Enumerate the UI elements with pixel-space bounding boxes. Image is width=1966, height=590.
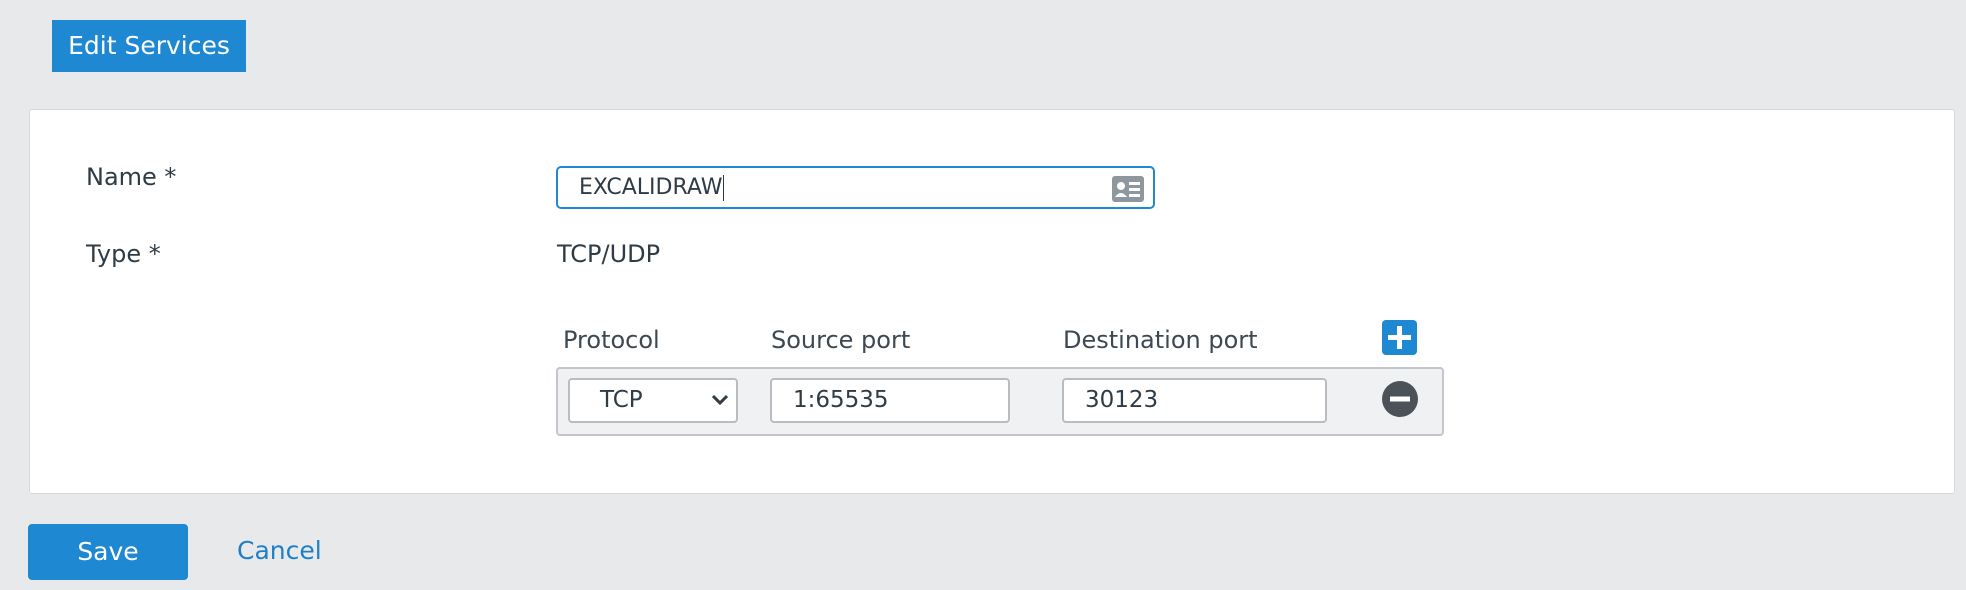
name-input-value: EXCALIDRAW <box>579 168 724 208</box>
page-title: Edit Services <box>52 20 246 72</box>
name-label: Name * <box>86 163 177 191</box>
contact-card-icon[interactable] <box>1112 176 1144 202</box>
destination-port-value: 30123 <box>1085 387 1159 413</box>
cancel-link[interactable]: Cancel <box>237 536 322 565</box>
protocol-select[interactable]: TCP <box>568 378 738 423</box>
source-port-value: 1:65535 <box>793 387 889 413</box>
plus-icon <box>1388 326 1411 349</box>
type-value: TCP/UDP <box>557 240 661 268</box>
add-row-button[interactable] <box>1382 320 1417 355</box>
save-button[interactable]: Save <box>28 524 188 580</box>
protocol-select-value: TCP <box>600 387 643 413</box>
chevron-down-icon <box>711 394 729 406</box>
destination-port-input[interactable]: 30123 <box>1062 378 1327 423</box>
remove-row-button[interactable] <box>1381 380 1419 418</box>
column-header-destination-port: Destination port <box>1063 326 1258 354</box>
column-header-source-port: Source port <box>771 326 911 354</box>
source-port-input[interactable]: 1:65535 <box>770 378 1010 423</box>
column-header-protocol: Protocol <box>563 326 660 354</box>
type-label: Type * <box>86 240 161 268</box>
name-input[interactable]: EXCALIDRAW <box>556 166 1155 209</box>
